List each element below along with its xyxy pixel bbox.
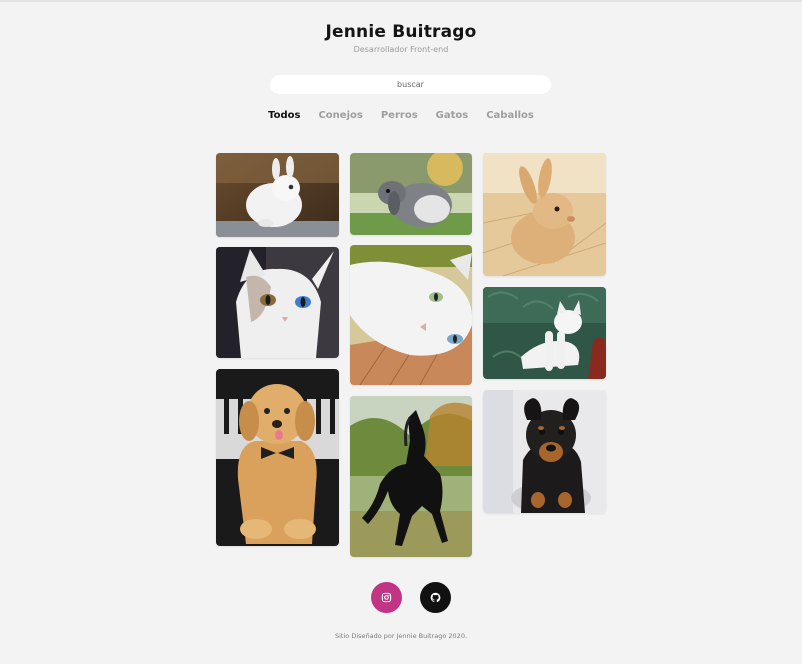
instagram-icon — [381, 592, 392, 603]
page-footer: Sitio Diseñado por Jennie Buitrago 2020. — [334, 632, 468, 640]
gallery-photo-black-horse[interactable] — [350, 396, 472, 557]
gallery-photo-white-bunny[interactable] — [216, 153, 339, 237]
golden-puppy-image — [216, 369, 339, 546]
gallery-photo-dachshund[interactable] — [483, 390, 606, 513]
dachshund-image — [483, 390, 606, 513]
github-icon — [430, 592, 441, 603]
white-bunny-image — [216, 153, 339, 237]
github-button[interactable] — [420, 582, 451, 613]
gallery-photo-odd-eyed-cat[interactable] — [216, 247, 339, 358]
gallery-photo-cat-on-sofa[interactable] — [483, 287, 606, 379]
page-title: Jennie Buitrago — [325, 22, 477, 42]
odd-eyed-cat-image — [216, 247, 339, 358]
filter-tab-caballos[interactable]: Caballos — [477, 110, 543, 121]
grey-rabbit-image — [350, 153, 472, 235]
cat-on-sofa-image — [483, 287, 606, 379]
tan-rabbit-image — [483, 153, 606, 276]
gallery-photo-grey-rabbit[interactable] — [350, 153, 472, 235]
top-divider — [0, 0, 802, 2]
filter-tab-perros[interactable]: Perros — [372, 110, 427, 121]
gallery-photo-tan-rabbit[interactable] — [483, 153, 606, 276]
page-header: Jennie Buitrago Desarrollador Front-end — [0, 22, 802, 54]
gallery-photo-white-cat-lying[interactable] — [350, 245, 472, 385]
page-subtitle: Desarrollador Front-end — [353, 45, 449, 54]
filter-tabs: Todos Conejos Perros Gatos Caballos — [0, 110, 802, 121]
black-horse-image — [350, 396, 472, 557]
filter-tab-conejos[interactable]: Conejos — [309, 110, 371, 121]
filter-tab-todos[interactable]: Todos — [259, 110, 309, 121]
gallery-photo-golden-puppy[interactable] — [216, 369, 339, 546]
filter-tab-gatos[interactable]: Gatos — [427, 110, 478, 121]
search-input[interactable] — [270, 75, 551, 94]
white-cat-lying-image — [350, 245, 472, 385]
instagram-button[interactable] — [371, 582, 402, 613]
